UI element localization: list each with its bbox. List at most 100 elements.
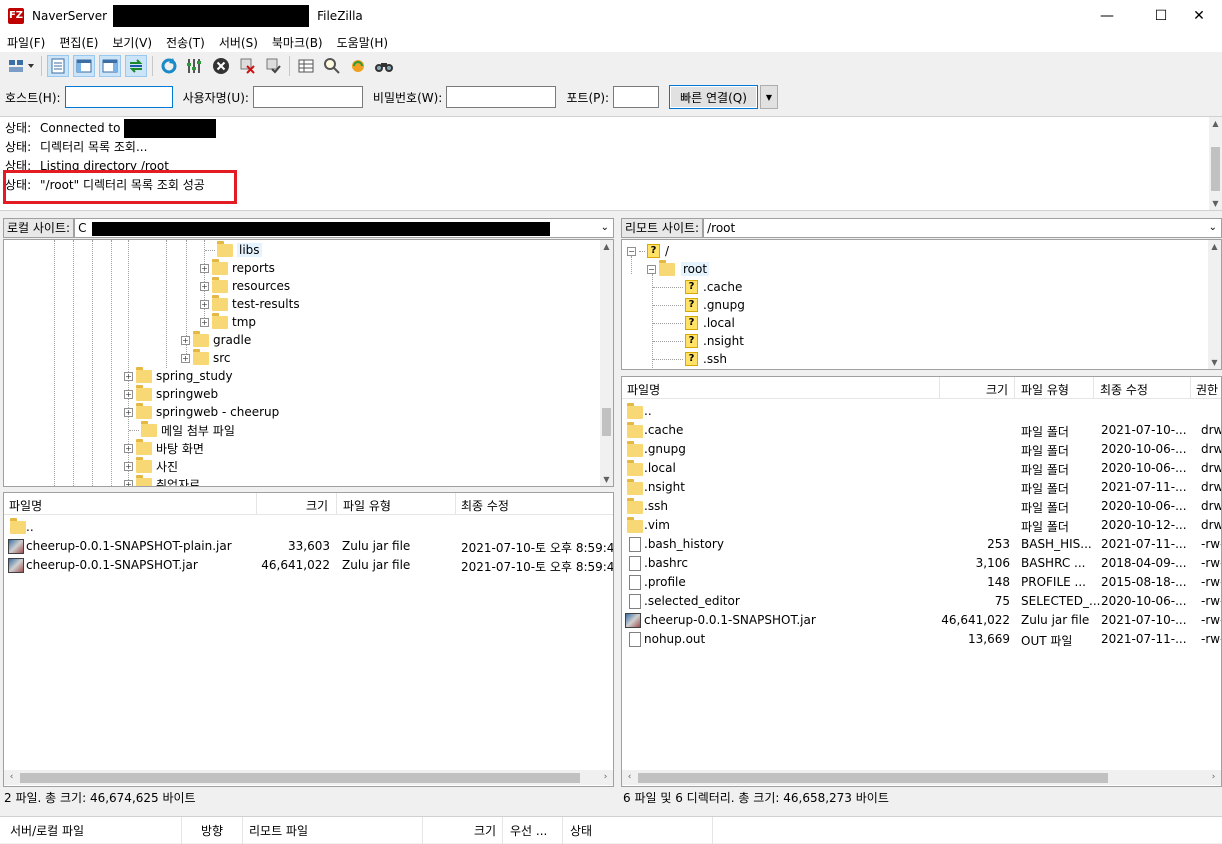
scroll-left-icon[interactable]: ‹ bbox=[4, 770, 19, 785]
tree-item[interactable]: + 사진 bbox=[124, 456, 178, 475]
toggle-queue-icon[interactable] bbox=[125, 55, 147, 77]
tree-item[interactable]: − root bbox=[647, 259, 710, 278]
menu-help[interactable]: 도움말(H) bbox=[330, 34, 396, 51]
file-row[interactable]: .. bbox=[4, 518, 613, 537]
file-row[interactable]: .cache 파일 폴더 2021-07-10-... drw: bbox=[622, 421, 1221, 440]
expand-icon[interactable]: + bbox=[181, 353, 190, 363]
scrollbar-thumb[interactable] bbox=[20, 773, 580, 783]
tree-item[interactable]: ? .nsight bbox=[653, 332, 744, 350]
scroll-down-icon[interactable]: ▼ bbox=[600, 473, 613, 486]
scroll-down-icon[interactable]: ▼ bbox=[1208, 356, 1221, 369]
expand-icon[interactable]: + bbox=[200, 299, 209, 309]
scroll-up-icon[interactable]: ▲ bbox=[600, 240, 613, 253]
tree-item[interactable]: ? .gnupg bbox=[653, 296, 745, 314]
column-filename[interactable]: 파일명 bbox=[627, 381, 660, 398]
menu-transfer[interactable]: 전송(T) bbox=[159, 34, 212, 51]
expand-icon[interactable]: + bbox=[200, 263, 209, 273]
tree-item[interactable]: + test-results bbox=[200, 294, 300, 313]
column-size[interactable]: 크기 bbox=[306, 497, 328, 514]
local-directory-tree[interactable]: libs + reports + resources + test-results +… bbox=[3, 239, 614, 487]
remote-list-hscrollbar[interactable]: ‹ › bbox=[622, 770, 1221, 785]
password-input[interactable] bbox=[446, 86, 557, 108]
tree-item[interactable]: + 취업자료 bbox=[124, 474, 200, 486]
local-tree-scrollbar[interactable]: ▲ ▼ bbox=[600, 240, 613, 486]
file-row[interactable]: .ssh 파일 폴더 2020-10-06-... drw: bbox=[622, 497, 1221, 516]
disconnect-icon[interactable] bbox=[236, 55, 258, 77]
expand-icon[interactable]: + bbox=[124, 443, 133, 453]
expand-icon[interactable]: + bbox=[200, 281, 209, 291]
column-type[interactable]: 파일 유형 bbox=[1021, 381, 1069, 398]
file-row[interactable]: cheerup-0.0.1-SNAPSHOT.jar 46,641,022 Zu… bbox=[4, 556, 613, 575]
expand-icon[interactable]: + bbox=[200, 317, 209, 327]
chevron-down-icon[interactable]: ⌄ bbox=[1209, 219, 1217, 237]
menu-edit[interactable]: 편집(E) bbox=[52, 34, 105, 51]
transfer-queue[interactable]: 서버/로컬 파일 방향 리모트 파일 크기 우선 ... 상태 bbox=[0, 816, 1222, 844]
scroll-left-icon[interactable]: ‹ bbox=[622, 770, 637, 785]
expand-icon[interactable]: + bbox=[124, 461, 133, 471]
tree-item[interactable]: 메일 첨부 파일 bbox=[129, 420, 235, 439]
tree-item[interactable]: + resources bbox=[200, 276, 290, 295]
queue-column-direction[interactable]: 방향 bbox=[201, 822, 223, 839]
file-row[interactable]: .profile 148 PROFILE ... 2015-08-18-... -rw- bbox=[622, 573, 1221, 592]
queue-column-remote-file[interactable]: 리모트 파일 bbox=[249, 822, 308, 839]
scrollbar-thumb[interactable] bbox=[638, 773, 1108, 783]
minimize-button[interactable]: — bbox=[1084, 0, 1130, 32]
scroll-down-icon[interactable]: ▼ bbox=[1209, 197, 1222, 210]
file-row[interactable]: cheerup-0.0.1-SNAPSHOT.jar 46,641,022 Zulu… bbox=[622, 611, 1221, 630]
collapse-icon[interactable]: − bbox=[627, 246, 636, 256]
file-row[interactable]: .bashrc 3,106 BASHRC ... 2018-04-09-... -rw- bbox=[622, 554, 1221, 573]
file-row[interactable]: nohup.out 13,669 OUT 파일 2021-07-11-... -rw- bbox=[622, 630, 1221, 649]
quickconnect-dropdown-icon[interactable]: ▼ bbox=[759, 85, 778, 109]
chevron-down-icon[interactable]: ⌄ bbox=[601, 219, 609, 237]
file-row[interactable]: .bash_history 253 BASH_HIS... 2021-07-11-..… bbox=[622, 535, 1221, 554]
refresh-icon[interactable] bbox=[158, 55, 180, 77]
queue-column-file[interactable]: 서버/로컬 파일 bbox=[10, 822, 84, 839]
search-remote-files-icon[interactable] bbox=[373, 55, 395, 77]
column-filename[interactable]: 파일명 bbox=[9, 497, 42, 514]
cancel-operation-icon[interactable] bbox=[210, 55, 232, 77]
tree-item[interactable]: + spring_study bbox=[124, 366, 233, 385]
column-modified[interactable]: 최종 수정 bbox=[1100, 381, 1148, 398]
scroll-up-icon[interactable]: ▲ bbox=[1209, 117, 1222, 130]
scroll-up-icon[interactable]: ▲ bbox=[1208, 240, 1221, 253]
file-row[interactable]: .nsight 파일 폴더 2021-07-11-... drw: bbox=[622, 478, 1221, 497]
tree-item[interactable]: −? / bbox=[627, 242, 669, 260]
file-row[interactable]: cheerup-0.0.1-SNAPSHOT-plain.jar 33,603 … bbox=[4, 537, 613, 556]
tree-item[interactable]: + reports bbox=[200, 258, 275, 277]
site-manager-icon[interactable] bbox=[6, 55, 36, 77]
expand-icon[interactable]: + bbox=[181, 335, 190, 345]
tree-item[interactable]: + 바탕 화면 bbox=[124, 438, 204, 457]
scrollbar-thumb[interactable] bbox=[602, 408, 611, 436]
toggle-log-icon[interactable] bbox=[47, 55, 69, 77]
column-modified[interactable]: 최종 수정 bbox=[461, 497, 509, 514]
expand-icon[interactable]: + bbox=[124, 407, 133, 417]
file-row[interactable]: .. bbox=[622, 402, 1221, 421]
directory-comparison-icon[interactable] bbox=[321, 55, 343, 77]
tree-item[interactable]: ? .local bbox=[653, 314, 735, 332]
remote-tree-scrollbar[interactable]: ▲ ▼ bbox=[1208, 240, 1221, 369]
process-queue-icon[interactable] bbox=[184, 55, 206, 77]
file-row[interactable]: .local 파일 폴더 2020-10-06-... drw: bbox=[622, 459, 1221, 478]
scroll-right-icon[interactable]: › bbox=[1206, 770, 1221, 785]
toggle-local-tree-icon[interactable] bbox=[73, 55, 95, 77]
file-row[interactable]: .vim 파일 폴더 2020-10-12-... drw: bbox=[622, 516, 1221, 535]
column-permissions[interactable]: 권한 bbox=[1196, 381, 1218, 398]
tree-item[interactable]: libs bbox=[205, 240, 262, 259]
tree-item[interactable]: + src bbox=[181, 348, 231, 367]
expand-icon[interactable]: + bbox=[124, 389, 133, 399]
expand-icon[interactable]: + bbox=[124, 479, 133, 486]
reconnect-icon[interactable] bbox=[262, 55, 284, 77]
menu-server[interactable]: 서버(S) bbox=[212, 34, 265, 51]
file-row[interactable]: .selected_editor 75 SELECTED_... 2020-10-06… bbox=[622, 592, 1221, 611]
remote-directory-tree[interactable]: −? / − root ? .cache ? .gnupg ? .local ? .nsig… bbox=[621, 239, 1222, 370]
local-site-path[interactable]: C ⌄ bbox=[74, 218, 614, 238]
toggle-remote-tree-icon[interactable] bbox=[99, 55, 121, 77]
remote-site-path[interactable]: /root ⌄ bbox=[703, 218, 1222, 238]
close-button[interactable]: ✕ bbox=[1176, 0, 1222, 32]
menu-bookmarks[interactable]: 북마크(B) bbox=[265, 34, 330, 51]
username-input[interactable] bbox=[252, 86, 363, 108]
tree-item[interactable]: + gradle bbox=[181, 330, 251, 349]
local-file-list[interactable]: 파일명 ^ 크기 파일 유형 최종 수정 .. cheerup-0.0.1-SN… bbox=[3, 492, 614, 787]
tree-item[interactable]: + tmp bbox=[200, 312, 256, 331]
quickconnect-button[interactable]: 빠른 연결(Q) bbox=[669, 85, 758, 109]
